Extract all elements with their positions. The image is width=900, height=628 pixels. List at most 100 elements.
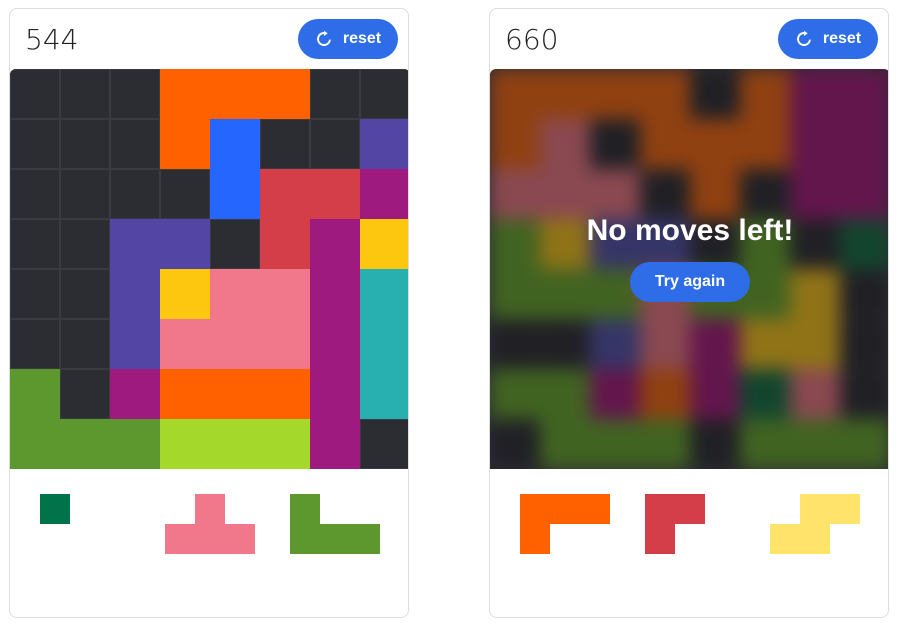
board-cell[interactable] [210,69,260,119]
board-cell[interactable] [60,319,110,369]
board-cell[interactable] [110,369,160,419]
piece-cell [520,524,550,554]
board-cell[interactable] [310,119,360,169]
board-cell[interactable] [10,419,60,469]
board-cell[interactable] [360,119,408,169]
board-cell[interactable] [260,169,310,219]
board-cell[interactable] [210,419,260,469]
piece-cell [225,524,255,554]
board-cell[interactable] [160,269,210,319]
reset-icon [796,30,811,46]
board-cell[interactable] [10,269,60,319]
reset-icon [316,30,331,46]
piece-cell [320,524,350,554]
piece-cell [195,494,225,524]
reset-button[interactable]: reset [778,19,878,59]
board-cell[interactable] [360,269,408,319]
reset-button[interactable]: reset [298,19,398,59]
board-cell[interactable] [110,69,160,119]
board-cell[interactable] [210,369,260,419]
board-cell[interactable] [260,69,310,119]
board-cell[interactable] [110,269,160,319]
board-cell[interactable] [10,169,60,219]
board-cell[interactable] [60,119,110,169]
piece-cell [290,524,320,554]
piece-cell [800,524,830,554]
piece-tray [490,469,888,617]
board-cell[interactable] [210,119,260,169]
score: 544 [25,23,79,56]
piece-cell [645,494,675,524]
board-cell[interactable] [60,419,110,469]
board-cell[interactable] [310,169,360,219]
board-cell[interactable] [210,219,260,269]
board-cell[interactable] [260,319,310,369]
board-cell[interactable] [160,319,210,369]
piece-cell [645,524,675,554]
board-cell[interactable] [360,219,408,269]
board-cell[interactable] [60,69,110,119]
board-cell[interactable] [210,269,260,319]
game-over-overlay: No moves left! Try again [490,69,888,469]
board-cell[interactable] [210,169,260,219]
board-cell[interactable] [260,419,310,469]
piece-cell [520,494,550,524]
board-cell[interactable] [10,369,60,419]
board-cell[interactable] [60,369,110,419]
board-cell[interactable] [110,169,160,219]
board-cell[interactable] [110,119,160,169]
game-card-2: 660 reset No moves left! Try again [489,8,889,618]
piece-cell [675,494,705,524]
game-card-1: 544 reset [9,8,409,618]
board-cell[interactable] [10,219,60,269]
board-cell[interactable] [60,269,110,319]
piece-cell [580,494,610,524]
piece-cell [800,494,830,524]
try-again-button[interactable]: Try again [630,262,750,302]
board-cell[interactable] [60,169,110,219]
piece-cell [165,524,195,554]
piece-cell [290,494,320,524]
board-cell[interactable] [160,119,210,169]
reset-label: reset [342,30,382,47]
piece-cell [40,494,70,524]
board-cell[interactable] [310,69,360,119]
game-board[interactable]: No moves left! Try again [490,69,888,469]
board-cell[interactable] [110,319,160,369]
board-cell[interactable] [160,69,210,119]
board-cell[interactable] [260,219,310,269]
board-cell[interactable] [310,319,360,369]
board-cell[interactable] [160,369,210,419]
board-cell[interactable] [110,219,160,269]
piece-cell [770,524,800,554]
game-board[interactable] [10,69,408,469]
board-cell[interactable] [310,369,360,419]
board-cell[interactable] [360,319,408,369]
board-cell[interactable] [310,269,360,319]
piece-cell [550,494,580,524]
game-over-title: No moves left! [586,214,794,247]
piece-cell [830,494,860,524]
board-cell[interactable] [360,419,408,469]
board-cell[interactable] [260,269,310,319]
piece-cell [350,524,380,554]
reset-label: reset [822,30,862,47]
board-cell[interactable] [310,419,360,469]
board-cell[interactable] [110,419,160,469]
board-cell[interactable] [360,369,408,419]
board-cell[interactable] [10,119,60,169]
board-cell[interactable] [10,319,60,369]
board-cell[interactable] [160,219,210,269]
board-cell[interactable] [60,219,110,269]
board-cell[interactable] [360,169,408,219]
board-cell[interactable] [360,69,408,119]
board-cell[interactable] [10,69,60,119]
score: 660 [505,23,559,56]
board-cell[interactable] [260,369,310,419]
board-cell[interactable] [160,169,210,219]
piece-cell [195,524,225,554]
board-cell[interactable] [260,119,310,169]
board-cell[interactable] [210,319,260,369]
board-cell[interactable] [160,419,210,469]
board-cell[interactable] [310,219,360,269]
